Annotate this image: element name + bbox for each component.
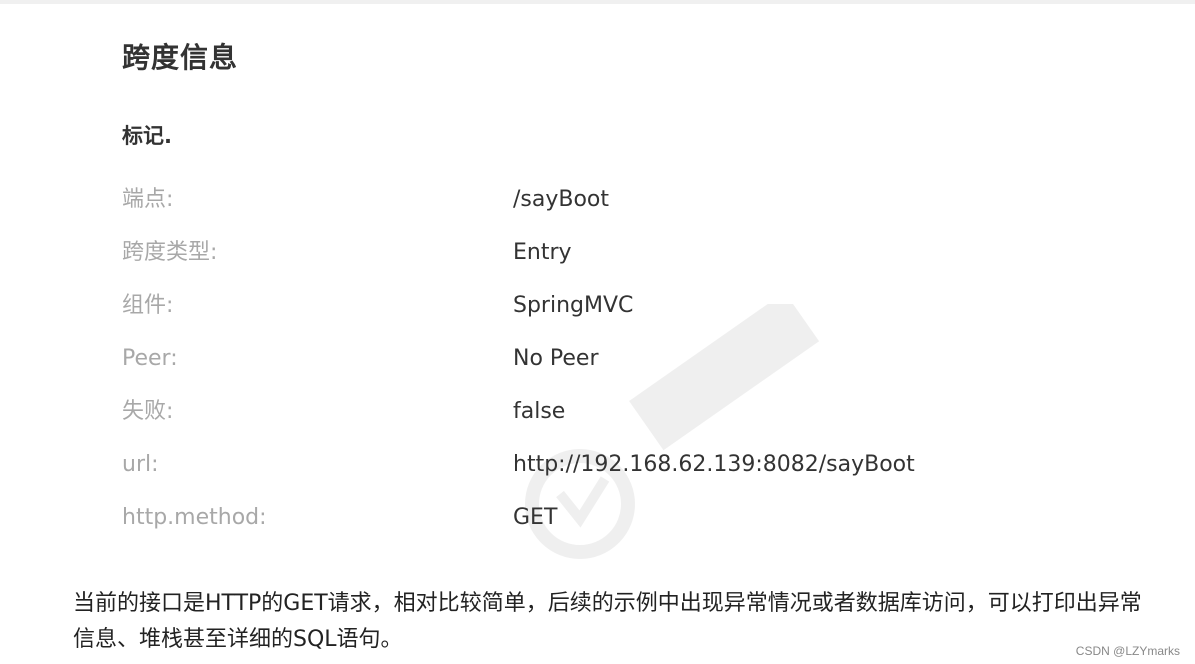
- tag-row-failed: 失败: false: [0, 392, 1195, 432]
- tag-value: false: [513, 399, 566, 424]
- tag-row-span-type: 跨度类型: Entry: [0, 233, 1195, 273]
- tag-value: Entry: [513, 240, 572, 265]
- panel-title: 跨度信息: [122, 41, 239, 74]
- tag-row-peer: Peer: No Peer: [0, 339, 1195, 379]
- tags-section-title: 标记.: [122, 124, 172, 148]
- tag-row-url: url: http://192.168.62.139:8082/sayBoot: [0, 445, 1195, 485]
- tag-key: 失败:: [122, 399, 174, 424]
- tag-row-endpoint: 端点: /sayBoot: [0, 180, 1195, 220]
- span-info-panel: 跨度信息 标记. 端点: /sayBoot 跨度类型: Entry 组件: Sp…: [0, 4, 1195, 574]
- credit-text: CSDN @LZYmarks: [1075, 644, 1180, 658]
- tag-key: 组件:: [122, 293, 174, 318]
- tag-key: 跨度类型:: [122, 240, 218, 265]
- description-paragraph: 当前的接口是HTTP的GET请求，相对比较简单，后续的示例中出现异常情况或者数据…: [73, 591, 1142, 652]
- tag-value: /sayBoot: [513, 187, 610, 212]
- tag-key: 端点:: [122, 187, 174, 212]
- tag-row-http-method: http.method: GET: [0, 498, 1195, 538]
- tag-row-component: 组件: SpringMVC: [0, 286, 1195, 326]
- tag-key: http.method:: [122, 505, 267, 530]
- tag-key: Peer:: [122, 346, 178, 371]
- tag-value: SpringMVC: [513, 293, 634, 318]
- tag-value: No Peer: [513, 346, 599, 371]
- tag-key: url:: [122, 452, 159, 477]
- tag-value: http://192.168.62.139:8082/sayBoot: [513, 452, 915, 477]
- tag-value: GET: [513, 505, 558, 530]
